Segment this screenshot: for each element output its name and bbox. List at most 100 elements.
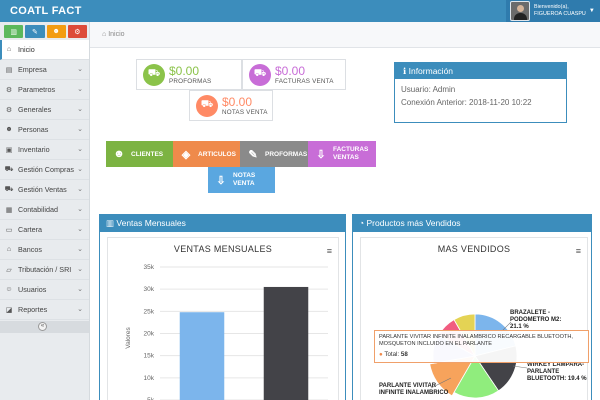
chevron-down-icon: ⌄ <box>77 166 83 173</box>
bar-chart-icon: ▥ <box>10 28 17 36</box>
user-menu[interactable]: Bienvenido(a), FIGUEROA CUASPU ▼ <box>506 0 600 22</box>
sidebar-item-label: Cartera <box>18 225 42 234</box>
folder-open-icon: ▱ <box>6 266 12 274</box>
sidebar-item-cartera[interactable]: ▭ Cartera ⌄ <box>0 220 89 240</box>
sidebar-item-reportes[interactable]: ◪ Reportes ⌄ <box>0 300 89 320</box>
tooltip-name: PARLANTE VIVITAR INFINITE INALAMBRICO RE… <box>379 334 573 347</box>
chevron-down-icon: ⌄ <box>77 126 83 133</box>
stat-label: FACTURAS VENTA <box>275 77 334 85</box>
sidebar-item-empresa[interactable]: ▤ Empresa ⌄ <box>0 60 89 80</box>
bar <box>263 286 309 400</box>
sidebar-item-label: Usuarios <box>18 285 47 294</box>
sidebar-item-label: Tributación / SRI <box>18 265 72 274</box>
bank-icon: ⌂ <box>6 246 12 253</box>
sidebar-item-inicio[interactable]: ⌂ Inicio <box>0 40 89 60</box>
stat-notas-venta[interactable]: ⛟ $0.00 NOTAS VENTA <box>189 90 273 121</box>
users-shortcut-button[interactable]: ☻ <box>46 25 66 38</box>
wallet-icon: ▭ <box>5 226 13 234</box>
info-panel-title: Información <box>408 66 454 76</box>
home-icon: ⌂ <box>102 31 107 38</box>
pie-label-wirkey: WIRKEY LAMPARA-PARLANTE BLUETOOTH: 19.4 … <box>527 362 587 382</box>
button-label: CLIENTES <box>131 150 164 158</box>
panel-title: Productos más Vendidos <box>366 218 461 228</box>
sidebar: ▥ ✎ ☻ ⚙ ⌂ Inicio ▤ Empresa ⌄ ⚙ Parametros ⌄ ⚙ Genera… <box>0 22 90 400</box>
sidebar-item-label: Gestión Ventas <box>18 185 67 194</box>
user-greeting: Bienvenido(a), <box>534 4 569 10</box>
y-tick-label: 30k <box>144 286 155 293</box>
users-icon: ☻ <box>5 126 13 133</box>
y-axis-label: Valores <box>125 326 132 348</box>
proformas-button[interactable]: ✎ PROFORMAS <box>240 141 308 167</box>
main-content: ⛟ $0.00 PROFORMAS ⛟ $0.00 FACTURAS VENTA… <box>90 48 600 400</box>
building-icon: ▤ <box>5 66 13 74</box>
sidebar-item-tributación-sri[interactable]: ▱ Tributación / SRI ⌄ <box>0 260 89 280</box>
pencil-icon: ✎ <box>31 28 38 36</box>
user-info: Bienvenido(a), FIGUEROA CUASPU <box>534 4 586 18</box>
sidebar-item-gestión-ventas[interactable]: ⛟ Gestión Ventas ⌄ <box>0 180 89 200</box>
sidebar-item-parametros[interactable]: ⚙ Parametros ⌄ <box>0 80 89 100</box>
stat-label: NOTAS VENTA <box>222 108 268 116</box>
notas-venta-button[interactable]: ⇩ NOTAS VENTA <box>208 167 275 193</box>
edit-icon: ✎ <box>248 148 258 161</box>
cube-icon: ◈ <box>181 148 191 161</box>
stat-value: $0.00 <box>275 63 306 78</box>
cart-icon: ⛟ <box>196 94 218 117</box>
breadcrumb: ⌂ Inicio <box>90 22 600 48</box>
cart-icon: ⛟ <box>143 63 165 86</box>
info-icon: ℹ <box>403 66 407 76</box>
sidebar-item-contabilidad[interactable]: ▦ Contabilidad ⌄ <box>0 200 89 220</box>
top-navbar: COATL FACT Bienvenido(a), FIGUEROA CUASP… <box>0 0 600 22</box>
chevron-down-icon: ⌄ <box>77 246 83 253</box>
sidebar-item-label: Personas <box>18 125 49 134</box>
productos-chart: MAS VENDIDOS ≡ BRAZALETE - PODOMETRO M2:… <box>360 237 589 400</box>
clientes-button[interactable]: ☻ CLIENTES <box>106 141 173 167</box>
stat-proformas[interactable]: ⛟ $0.00 PROFORMAS <box>136 59 242 90</box>
chevron-down-icon: ⌄ <box>77 206 83 213</box>
sidebar-item-generales[interactable]: ⚙ Generales ⌄ <box>0 100 89 120</box>
users-icon: ☻ <box>52 28 60 35</box>
collapse-sidebar-icon[interactable]: « <box>38 322 47 331</box>
sidebar-item-usuarios[interactable]: ☺ Usuarios ⌄ <box>0 280 89 300</box>
articulos-button[interactable]: ◈ ARTICULOS <box>173 141 240 167</box>
chevron-down-icon: ⌄ <box>77 266 83 273</box>
button-label: FACTURAS VENTAS <box>333 146 369 161</box>
sidebar-item-gestión-compras[interactable]: ⛟ Gestión Compras ⌄ <box>0 160 89 180</box>
bar-chart-shortcut-button[interactable]: ▥ <box>4 25 24 38</box>
stat-facturas-venta[interactable]: ⛟ $0.00 FACTURAS VENTA <box>242 59 346 90</box>
sidebar-item-bancos[interactable]: ⌂ Bancos ⌄ <box>0 240 89 260</box>
chevron-down-icon: ⌄ <box>77 286 83 293</box>
chevron-down-icon: ⌄ <box>77 86 83 93</box>
caret-down-icon: ▼ <box>588 8 595 14</box>
sidebar-item-label: Inventario <box>18 145 50 154</box>
info-panel-header: ℹ Información <box>395 63 566 79</box>
cogs-shortcut-button[interactable]: ⚙ <box>67 25 87 38</box>
chevron-down-icon: ⌄ <box>77 106 83 113</box>
cart-icon: ⛟ <box>4 186 14 193</box>
sidebar-item-personas[interactable]: ☻ Personas ⌄ <box>0 120 89 140</box>
sidebar-item-label: Empresa <box>18 65 47 74</box>
facturas-ventas-button[interactable]: ⇩ FACTURAS VENTAS <box>308 141 376 167</box>
sidebar-item-label: Bancos <box>18 245 42 254</box>
info-conexion: Conexión Anterior: 2018-11-20 10:22 <box>401 98 532 107</box>
sidebar-item-label: Reportes <box>18 305 48 314</box>
pie-label-parlante: PARLANTE VIVITAR INFINITE INALAMBRICO <box>379 383 449 396</box>
user-icon: ☻ <box>113 148 125 160</box>
breadcrumb-item[interactable]: Inicio <box>108 31 124 38</box>
app-title[interactable]: COATL FACT <box>10 5 82 17</box>
y-tick-label: 20k <box>144 331 155 338</box>
stat-value: $0.00 <box>169 63 200 78</box>
chevron-down-icon: ⌄ <box>77 146 83 153</box>
bar <box>179 312 225 400</box>
y-tick-label: 25k <box>144 308 155 315</box>
sidebar-item-inventario[interactable]: ▣ Inventario ⌄ <box>0 140 89 160</box>
button-label: ARTICULOS <box>198 150 236 158</box>
shortcut-buttons: ▥ ✎ ☻ ⚙ <box>0 22 89 40</box>
panel-header: ▥ Ventas Mensuales <box>100 215 345 232</box>
user-name: FIGUEROA CUASPU <box>534 11 586 17</box>
stat-value: $0.00 <box>222 94 253 109</box>
info-panel: ℹ Información Usuario: Admin Conexión An… <box>394 62 567 123</box>
tooltip-total-value: 58 <box>400 351 408 358</box>
pencil-shortcut-button[interactable]: ✎ <box>25 25 45 38</box>
sidebar-item-label: Parametros <box>18 85 56 94</box>
chart-icon: ◪ <box>5 306 13 314</box>
